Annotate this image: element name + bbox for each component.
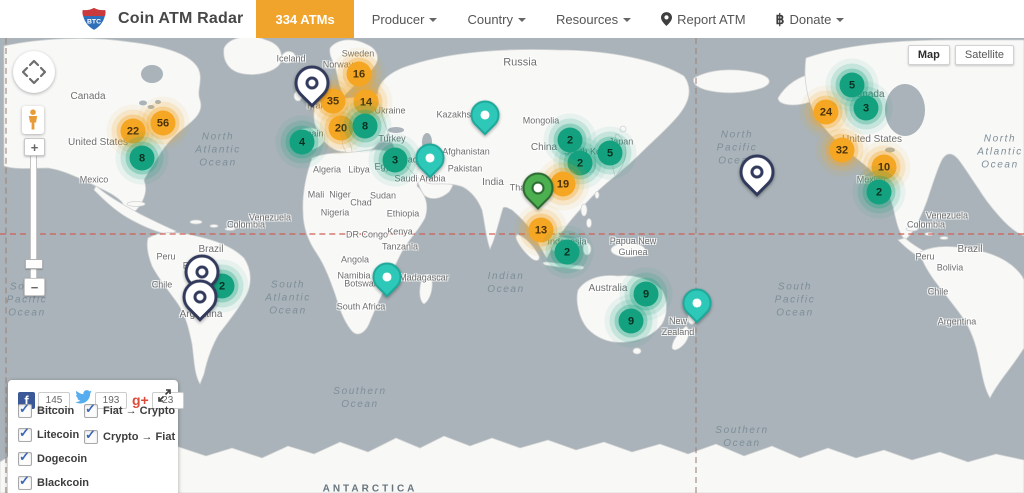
atm-cluster-marker[interactable]: 9 — [619, 309, 644, 334]
nav-item-country[interactable]: Country — [467, 12, 526, 27]
nav-item-label: Country — [467, 12, 513, 27]
checkbox-bitcoin[interactable] — [18, 404, 32, 418]
atm-cluster-marker[interactable]: 56 — [151, 111, 176, 136]
atm-cluster-marker[interactable]: 2 — [558, 128, 583, 153]
nav-item-donate[interactable]: ฿ Donate — [776, 11, 845, 28]
pan-control[interactable] — [13, 51, 55, 93]
map-canvas[interactable]: North Atlantic OceanNorth Pacific OceanS… — [0, 38, 1024, 493]
filter-label: Blackcoin — [37, 477, 89, 489]
map-type-satellite[interactable]: Satellite — [955, 45, 1014, 65]
checkbox-crypto-fiat[interactable] — [84, 430, 98, 444]
pin-hole — [303, 74, 321, 92]
atm-cluster-marker[interactable]: 8 — [353, 114, 378, 139]
bitcoin-icon: ฿ — [776, 11, 785, 28]
atm-cluster-marker[interactable]: 20 — [329, 116, 354, 141]
pegman-icon — [27, 109, 39, 131]
atm-cluster-marker[interactable]: 3 — [383, 148, 408, 173]
site-title[interactable]: Coin ATM Radar — [118, 10, 243, 28]
filter-label: Crypto → Fiat — [103, 431, 175, 443]
pin-hole — [479, 109, 492, 122]
filter-label: Litecoin — [37, 429, 79, 441]
filter-label: Bitcoin — [37, 405, 74, 417]
filter-fiat-crypto: Fiat → Crypto — [84, 404, 175, 418]
pan-arrows-icon — [13, 51, 55, 93]
chevron-down-icon — [836, 18, 844, 22]
btc-shield-logo[interactable]: BTC — [80, 7, 108, 31]
filter-label: Dogecoin — [37, 453, 87, 465]
location-pin-icon — [661, 12, 672, 26]
filter-litecoin: Litecoin — [18, 428, 79, 442]
atm-cluster-marker[interactable]: 2 — [568, 151, 593, 176]
pin-hole — [191, 288, 209, 306]
zoom-in-button[interactable]: + — [24, 138, 45, 156]
nav-item-report-atm[interactable]: Report ATM — [661, 12, 745, 27]
checkbox-dogecoin[interactable] — [18, 452, 32, 466]
atm-cluster-marker[interactable]: 10 — [872, 155, 897, 180]
atm-cluster-marker[interactable]: 2 — [555, 240, 580, 265]
pin-hole — [529, 179, 547, 197]
nav-item-producer[interactable]: Producer — [372, 12, 438, 27]
nav-item-resources[interactable]: Resources — [556, 12, 631, 27]
atm-cluster-marker[interactable]: 24 — [814, 100, 839, 125]
atm-cluster-marker[interactable]: 2 — [867, 180, 892, 205]
atm-cluster-marker[interactable]: 5 — [598, 141, 623, 166]
chevron-down-icon — [429, 18, 437, 22]
date-line — [695, 38, 697, 493]
map-type-map[interactable]: Map — [908, 45, 950, 65]
nav-item-label: Producer — [372, 12, 425, 27]
filter-crypto-fiat: Crypto → Fiat — [84, 430, 175, 444]
main-nav: Producer Country Resources Report ATM ฿ Donat… — [372, 11, 845, 28]
btc-shield-icon: BTC — [80, 7, 108, 31]
checkbox-fiat-crypto[interactable] — [84, 404, 98, 418]
atm-cluster-marker[interactable]: 14 — [354, 90, 379, 115]
atm-cluster-marker[interactable]: 19 — [551, 172, 576, 197]
nav-item-label: Resources — [556, 12, 618, 27]
atm-cluster-marker[interactable]: 3 — [854, 96, 879, 121]
filter-label: Fiat → Crypto — [103, 405, 175, 417]
date-line — [5, 38, 7, 493]
pin-hole — [381, 271, 394, 284]
atm-cluster-marker[interactable]: 22 — [121, 119, 146, 144]
checkbox-litecoin[interactable] — [18, 428, 32, 442]
atm-cluster-marker[interactable]: 5 — [840, 73, 865, 98]
filter-bitcoin: Bitcoin — [18, 404, 74, 418]
filter-blackcoin: Blackcoin — [18, 476, 89, 490]
chevron-down-icon — [518, 18, 526, 22]
filter-dogecoin: Dogecoin — [18, 452, 87, 466]
atm-cluster-marker[interactable]: 32 — [830, 138, 855, 163]
nav-item-label: Donate — [789, 12, 831, 27]
chevron-down-icon — [623, 18, 631, 22]
pin-hole — [748, 163, 766, 181]
atm-count-button[interactable]: 334 ATMs — [256, 0, 353, 38]
atm-cluster-marker[interactable]: 4 — [290, 130, 315, 155]
coin-atm-radar-app: BTC Coin ATM Radar 334 ATMs Producer Coun… — [0, 0, 1024, 493]
filters-share-panel: f145193g+23 BitcoinLitecoinDogecoinBlack… — [8, 380, 178, 493]
nav-item-label: Report ATM — [677, 12, 745, 27]
svg-text:BTC: BTC — [87, 19, 101, 26]
atm-cluster-marker[interactable]: 9 — [634, 282, 659, 307]
checkbox-blackcoin[interactable] — [18, 476, 32, 490]
diagonal-resize-icon — [158, 389, 171, 402]
pin-hole — [424, 152, 437, 165]
atm-cluster-marker[interactable]: 8 — [130, 146, 155, 171]
header: BTC Coin ATM Radar 334 ATMs Producer Coun… — [0, 0, 1024, 38]
pin-hole — [691, 297, 704, 310]
street-view-pegman[interactable] — [22, 106, 44, 134]
atm-cluster-marker[interactable]: 13 — [529, 218, 554, 243]
atm-cluster-marker[interactable]: 16 — [347, 62, 372, 87]
zoom-slider-handle[interactable] — [25, 259, 43, 269]
equator-line — [0, 233, 1024, 235]
map-type-switcher: MapSatellite — [908, 45, 1014, 65]
zoom-out-button[interactable]: − — [24, 278, 45, 296]
